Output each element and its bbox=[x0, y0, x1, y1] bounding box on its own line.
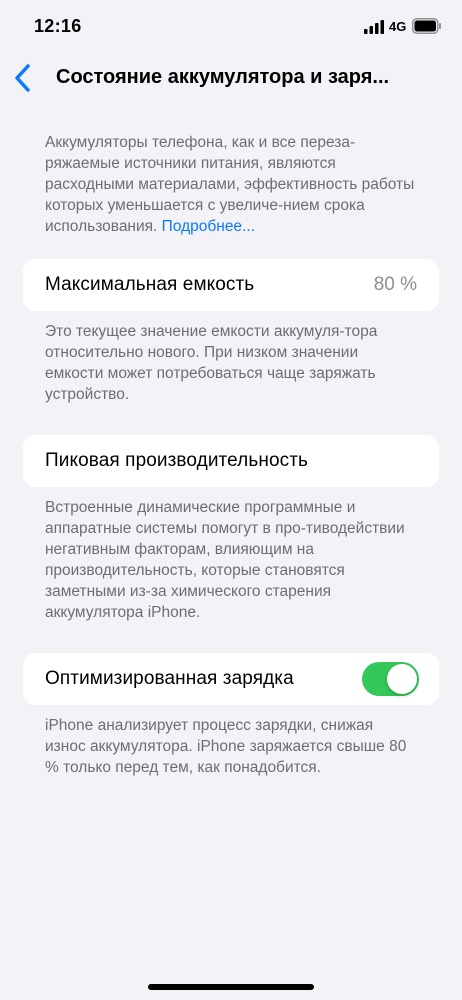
chevron-left-icon[interactable] bbox=[10, 60, 36, 96]
peak-performance-footer: Встроенные динамические программные и ап… bbox=[45, 499, 405, 621]
max-capacity-footer: Это текущее значение емкости аккумуля-то… bbox=[45, 323, 378, 403]
home-indicator bbox=[148, 984, 314, 990]
toggle-knob bbox=[387, 664, 417, 694]
max-capacity-row: Максимальная емкость 80 % bbox=[23, 259, 439, 311]
optimized-charging-row: Оптимизированная зарядка bbox=[23, 653, 439, 705]
settings-content: Аккумуляторы телефона, как и все переза-… bbox=[0, 132, 462, 808]
max-capacity-label: Максимальная емкость bbox=[45, 274, 255, 295]
status-bar: 12:16 4G bbox=[0, 0, 462, 56]
signal-icon bbox=[364, 20, 384, 34]
optimized-charging-label: Оптимизированная зарядка bbox=[45, 668, 294, 689]
navigation-bar: Состояние аккумулятора и заря... bbox=[0, 56, 462, 100]
status-time: 12:16 bbox=[34, 16, 82, 36]
learn-more-link[interactable]: Подробнее... bbox=[162, 218, 255, 235]
optimized-charging-footer: iPhone анализирует процесс зарядки, сниж… bbox=[45, 717, 407, 776]
page-title: Состояние аккумулятора и заря... bbox=[56, 66, 390, 88]
optimized-charging-toggle[interactable] bbox=[362, 662, 419, 696]
peak-performance-label: Пиковая производительность bbox=[45, 450, 309, 471]
peak-performance-row: Пиковая производительность bbox=[23, 435, 439, 487]
intro-text: Аккумуляторы телефона, как и все переза-… bbox=[45, 132, 418, 237]
max-capacity-value: 80 % bbox=[373, 274, 417, 295]
battery-icon bbox=[412, 18, 441, 34]
network-type: 4G bbox=[389, 19, 407, 34]
